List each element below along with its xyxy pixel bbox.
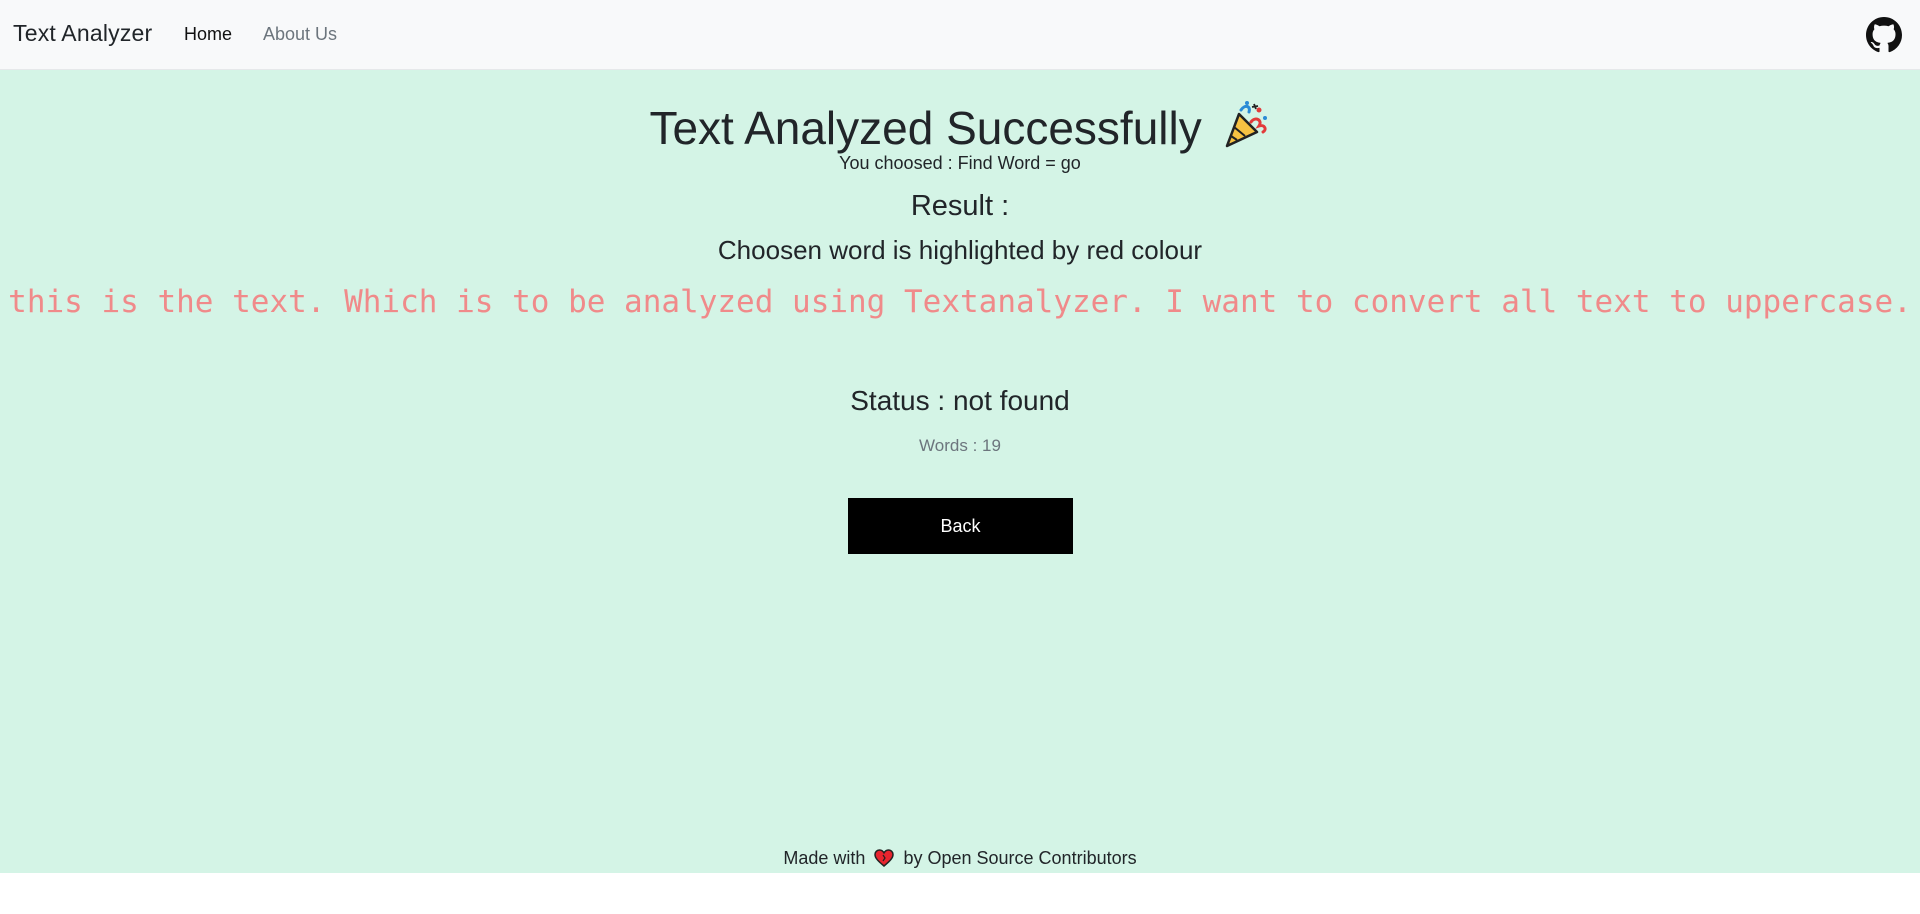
party-popper-icon (1225, 101, 1267, 148)
status-text: Status : not found (850, 385, 1070, 416)
navbar: Text Analyzer Home About Us (0, 0, 1920, 70)
github-icon[interactable] (1866, 17, 1902, 53)
brand-link[interactable]: Text Analyzer (13, 20, 152, 47)
nav-about-link[interactable]: About Us (263, 24, 337, 45)
analyzed-text: this is the text. Which is to be analyze… (8, 284, 1912, 320)
footer-suffix: by Open Source Contributors (903, 848, 1137, 868)
main-content: Text Analyzed Successfully You choosed :… (0, 70, 1920, 873)
footer-prefix: Made with (783, 848, 866, 868)
heart-icon (874, 849, 895, 867)
highlight-note: Choosen word is highlighted by red colou… (717, 235, 1203, 265)
back-button[interactable]: Back (848, 498, 1073, 554)
title-text: Text Analyzed Successfully (649, 102, 1202, 154)
footer: Made with by Open Source Contributors (0, 848, 1920, 869)
nav-home-link[interactable]: Home (184, 24, 232, 45)
choice-text: You choosed : Find Word = go (839, 153, 1081, 173)
result-heading: Result : (910, 190, 1010, 222)
page-title: Text Analyzed Successfully (0, 100, 1920, 156)
word-count: Words : 19 (919, 436, 1001, 455)
